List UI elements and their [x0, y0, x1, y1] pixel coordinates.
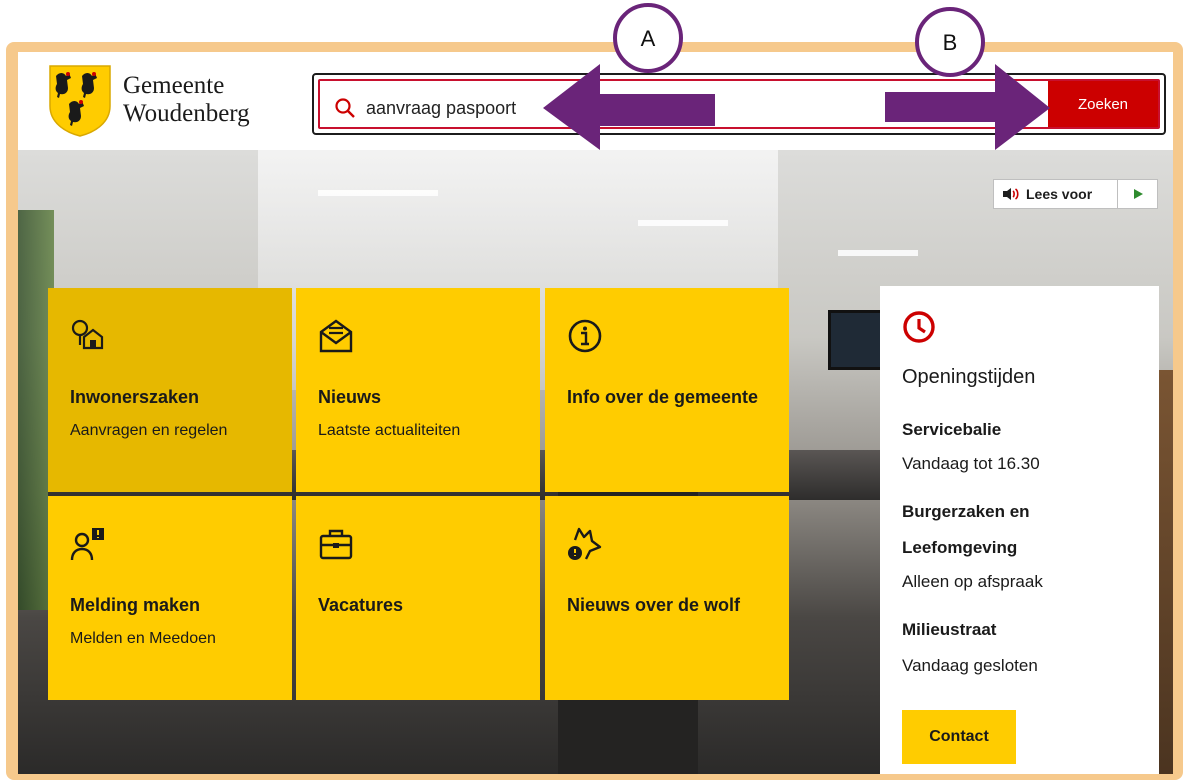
browser-viewport: Lees voor Inwonerszaken Aanvragen en reg… — [18, 52, 1173, 774]
search-bar: Zoeken — [312, 73, 1166, 135]
wolf-icon — [568, 527, 602, 560]
read-aloud-label: Lees voor — [1026, 186, 1093, 202]
opening-item-value: Vandaag tot 16.30 — [902, 454, 1040, 473]
read-aloud-widget[interactable]: Lees voor — [993, 179, 1158, 209]
tile-inwonerszaken[interactable]: Inwonerszaken Aanvragen en regelen — [48, 288, 292, 492]
play-icon — [1133, 189, 1143, 199]
tile-title: Info over de gemeente — [567, 387, 759, 407]
tile-subtitle: Aanvragen en regelen — [70, 422, 228, 439]
person-alert-icon — [70, 528, 104, 561]
search-input[interactable] — [366, 91, 966, 125]
opening-item-value: Vandaag gesloten — [902, 656, 1038, 675]
search-field-focus-ring: Zoeken — [318, 79, 1160, 129]
tile-title: Vacatures — [318, 595, 404, 615]
site-header: Gemeente Woudenberg Zoeken — [18, 52, 1173, 150]
tile-title: Melding maken — [70, 595, 201, 615]
read-aloud-button[interactable]: Lees voor — [994, 180, 1118, 208]
info-icon — [568, 319, 602, 353]
envelope-news-icon — [319, 319, 353, 353]
briefcase-icon — [319, 529, 353, 560]
opening-item-value: Alleen op afspraak — [902, 572, 1043, 591]
house-tree-icon — [71, 319, 104, 350]
tile-subtitle: Laatste actualiteiten — [318, 422, 461, 439]
logo-line-2: Woudenberg — [123, 100, 250, 127]
tile-melding-maken[interactable]: Melding maken Melden en Meedoen — [48, 496, 292, 700]
speaker-icon — [1003, 188, 1019, 200]
opening-hours-panel: Openingstijden Servicebalie Vandaag tot … — [880, 286, 1159, 774]
contact-button[interactable]: Contact — [902, 710, 1016, 764]
search-button[interactable]: Zoeken — [1048, 81, 1158, 127]
clock-icon — [903, 311, 935, 343]
tile-vacatures[interactable]: Vacatures — [296, 496, 540, 700]
opening-item-name: Burgerzaken en Leefomgeving — [902, 502, 1030, 557]
opening-hours-title: Openingstijden — [902, 366, 1036, 388]
tile-info[interactable]: Info over de gemeente — [545, 288, 789, 492]
search-icon — [335, 98, 355, 118]
ceiling-light — [838, 250, 918, 256]
tile-title: Inwonerszaken — [70, 387, 200, 407]
tile-title: Nieuws over de wolf — [567, 595, 741, 615]
page: Lees voor Inwonerszaken Aanvragen en reg… — [0, 0, 1189, 783]
background-photo: Lees voor Inwonerszaken Aanvragen en reg… — [18, 150, 1173, 774]
rooster-shield-icon — [49, 65, 111, 137]
ceiling-light — [318, 190, 438, 196]
tile-wolf[interactable]: Nieuws over de wolf — [545, 496, 789, 700]
tile-title: Nieuws — [318, 387, 382, 407]
ceiling-light — [638, 220, 728, 226]
play-button[interactable] — [1118, 188, 1157, 200]
municipality-logo[interactable]: Gemeente Woudenberg — [48, 64, 288, 140]
logo-line-1: Gemeente — [123, 72, 225, 99]
tile-subtitle: Melden en Meedoen — [70, 630, 216, 647]
wall-monitor — [828, 310, 888, 370]
logo-text: Gemeente Woudenberg — [123, 72, 250, 128]
tile-nieuws[interactable]: Nieuws Laatste actualiteiten — [296, 288, 540, 492]
opening-item-name: Milieustraat — [902, 620, 997, 639]
opening-item-name: Servicebalie — [902, 420, 1002, 439]
